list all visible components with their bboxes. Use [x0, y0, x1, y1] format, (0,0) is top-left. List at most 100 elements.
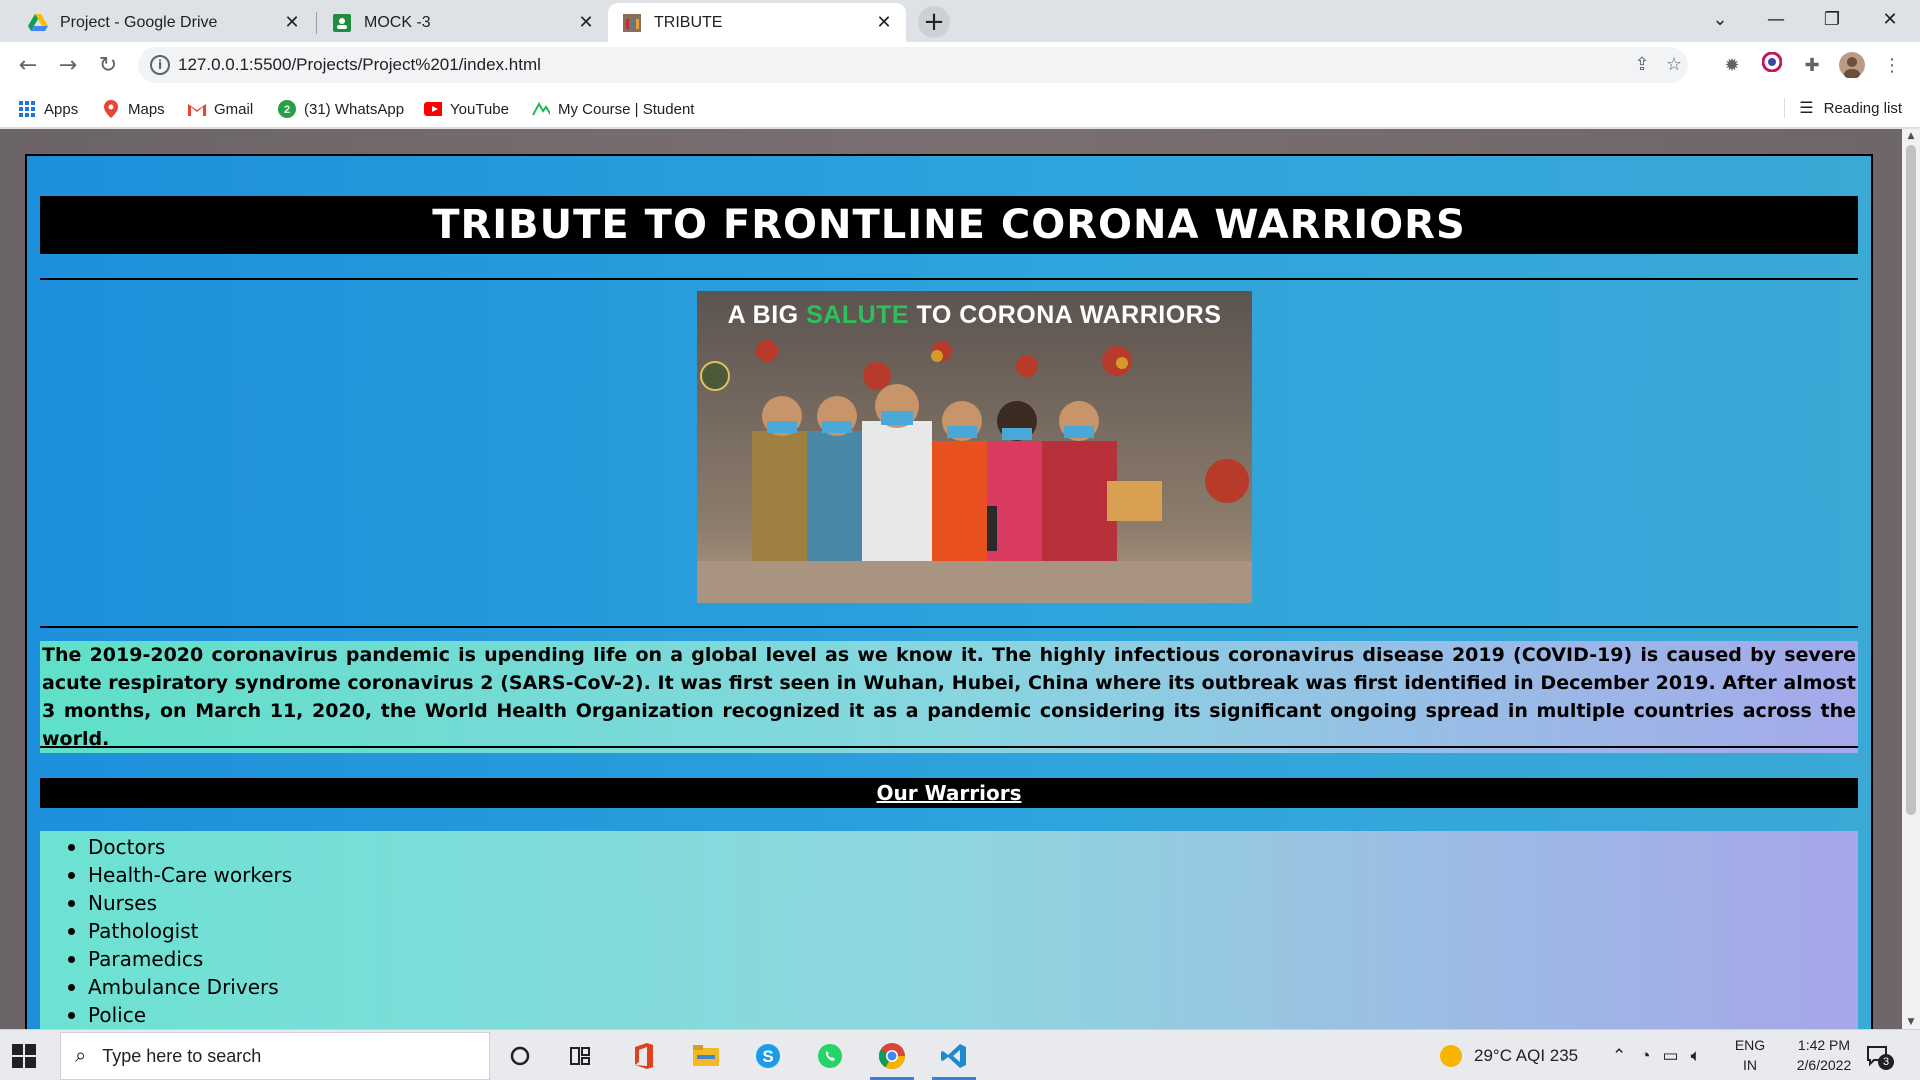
scrollbar-thumb[interactable] — [1906, 145, 1916, 815]
address-bar[interactable]: i 127.0.0.1:5500/Projects/Project%201/in… — [138, 47, 1688, 83]
restore-button[interactable]: ❐ — [1804, 0, 1860, 40]
bookmark-my-course[interactable]: My Course | Student — [532, 98, 694, 120]
hero-headline-salute: SALUTE — [806, 301, 910, 329]
bookmark-gmail[interactable]: Gmail — [188, 98, 253, 120]
weather-widget[interactable]: 29°C AQI 235 — [1440, 1030, 1578, 1080]
tab-title: TRIBUTE — [654, 13, 723, 31]
whatsapp-badge-icon: 2 — [278, 100, 296, 118]
file-explorer-icon[interactable] — [680, 1034, 732, 1078]
divider — [40, 626, 1858, 628]
course-logo-icon — [532, 100, 550, 118]
bookmark-apps[interactable]: Apps — [18, 98, 78, 120]
reading-list-button[interactable]: ☰ Reading list — [1784, 98, 1902, 118]
extension-bug-icon[interactable]: ✹ — [1718, 52, 1746, 80]
clock[interactable]: 1:42 PM 2/6/2022 — [1776, 1035, 1872, 1075]
reload-button[interactable]: ↻ — [92, 50, 124, 82]
bookmark-whatsapp[interactable]: 2 (31) WhatsApp — [278, 98, 404, 120]
task-view-icon[interactable] — [554, 1034, 606, 1078]
bookmark-label: Apps — [44, 100, 79, 118]
bookmark-label: Gmail — [214, 100, 254, 118]
volume-icon[interactable]: 🔈︎ — [1691, 1046, 1701, 1066]
scroll-down-icon[interactable]: ▼ — [1902, 1017, 1920, 1027]
wifi-icon[interactable]: ◔ — [1640, 1046, 1650, 1066]
tab-title: Project - Google Drive — [60, 13, 218, 31]
browser-toolbar: ← → ↻ i 127.0.0.1:5500/Projects/Project%… — [0, 42, 1920, 90]
tab-tribute[interactable]: TRIBUTE ✕ — [608, 3, 906, 42]
bookmark-label: Maps — [128, 100, 165, 118]
battery-icon[interactable]: ▭ — [1663, 1046, 1679, 1066]
tab-search-icon[interactable]: ⌄ — [1692, 0, 1748, 40]
svg-text:2: 2 — [284, 104, 290, 116]
reading-list-icon: ☰ — [1799, 100, 1814, 117]
office-icon[interactable] — [618, 1034, 670, 1078]
svg-text:S: S — [762, 1047, 773, 1066]
maps-pin-icon — [102, 100, 120, 118]
windows-start-icon[interactable] — [12, 1044, 36, 1068]
list-item: Pathologist — [68, 917, 1858, 945]
language-indicator[interactable]: ENG IN — [1730, 1035, 1770, 1075]
reading-list-label: Reading list — [1823, 99, 1902, 117]
back-button[interactable]: ← — [12, 50, 44, 82]
url-text[interactable]: 127.0.0.1:5500/Projects/Project%201/inde… — [178, 55, 541, 75]
close-icon[interactable]: ✕ — [282, 12, 302, 33]
skype-icon[interactable]: S — [742, 1034, 794, 1078]
search-placeholder: Type here to search — [102, 1045, 262, 1066]
intro-paragraph: The 2019-2020 coronavirus pandemic is up… — [40, 641, 1858, 753]
divider — [40, 746, 1858, 748]
page-favicon-icon — [622, 13, 642, 33]
extensions-puzzle-icon[interactable]: ✚ — [1798, 52, 1826, 80]
share-icon[interactable]: ⇪ — [1630, 53, 1654, 77]
hero-headline-part: A BIG — [727, 301, 799, 329]
google-drive-icon — [28, 13, 48, 33]
vertical-scrollbar[interactable]: ▲ ▼ — [1902, 129, 1920, 1029]
extension-color-icon[interactable] — [1758, 51, 1786, 80]
warriors-list: Doctors Health-Care workers Nurses Patho… — [40, 833, 1858, 1029]
bookmark-label: (31) WhatsApp — [304, 100, 405, 118]
site-info-icon[interactable]: i — [150, 55, 170, 75]
new-tab-button[interactable]: + — [918, 6, 950, 38]
clock-date: 2/6/2022 — [1796, 1057, 1852, 1073]
close-icon[interactable]: ✕ — [576, 12, 596, 33]
list-item: Ambulance Drivers — [68, 973, 1858, 1001]
close-window-button[interactable]: ✕ — [1862, 0, 1918, 40]
profile-avatar[interactable] — [1838, 52, 1866, 80]
tab-google-drive[interactable]: Project - Google Drive ✕ — [14, 3, 314, 42]
cortana-icon[interactable] — [494, 1034, 546, 1078]
clock-time: 1:42 PM — [1797, 1037, 1851, 1053]
bookmark-youtube[interactable]: YouTube — [424, 98, 509, 120]
forward-button[interactable]: → — [52, 50, 84, 82]
list-item: Nurses — [68, 889, 1858, 917]
whatsapp-icon[interactable] — [804, 1034, 856, 1078]
taskbar-search-box[interactable]: ⌕ Type here to search — [60, 1032, 490, 1080]
close-icon[interactable]: ✕ — [874, 12, 894, 33]
bookmark-label: My Course | Student — [558, 100, 695, 118]
minimize-button[interactable]: — — [1748, 0, 1804, 40]
notification-center[interactable]: 3 — [1866, 1030, 1894, 1080]
chevron-up-icon[interactable]: ⌃ — [1612, 1046, 1626, 1066]
tray-icons[interactable]: ⌃ ◔ ▭ 🔈︎ — [1612, 1030, 1701, 1080]
lang-bottom: IN — [1743, 1057, 1757, 1073]
list-item: Paramedics — [68, 945, 1858, 973]
youtube-icon — [424, 100, 442, 118]
chrome-icon[interactable] — [866, 1034, 918, 1080]
hero-image: A BIG SALUTE TO CORONA WARRIORS — [697, 291, 1252, 603]
google-classroom-icon — [332, 13, 352, 33]
search-icon: ⌕ — [75, 1044, 87, 1067]
vscode-icon[interactable] — [928, 1034, 980, 1080]
page-viewport: TRIBUTE TO FRONTLINE CORONA WARRIORS A B… — [0, 129, 1902, 1029]
sun-icon — [1440, 1044, 1462, 1067]
menu-kebab-icon[interactable]: ⋮ — [1878, 52, 1906, 80]
notification-count: 3 — [1878, 1053, 1894, 1070]
bookmark-maps[interactable]: Maps — [102, 98, 165, 120]
page-content: TRIBUTE TO FRONTLINE CORONA WARRIORS A B… — [25, 154, 1873, 1029]
scroll-up-icon[interactable]: ▲ — [1902, 131, 1920, 141]
list-item: Health-Care workers — [68, 861, 1858, 889]
bookmark-star-icon[interactable]: ☆ — [1662, 53, 1686, 77]
page-title: TRIBUTE TO FRONTLINE CORONA WARRIORS — [40, 196, 1858, 254]
divider — [40, 278, 1858, 280]
tab-mock-3[interactable]: MOCK -3 ✕ — [318, 3, 608, 42]
list-item: Doctors — [68, 833, 1858, 861]
warriors-list-container: Doctors Health-Care workers Nurses Patho… — [40, 831, 1858, 1029]
gmail-icon — [188, 100, 206, 118]
bookmarks-bar: Apps Maps Gmail 2 (31) WhatsApp YouTube … — [0, 90, 1920, 128]
